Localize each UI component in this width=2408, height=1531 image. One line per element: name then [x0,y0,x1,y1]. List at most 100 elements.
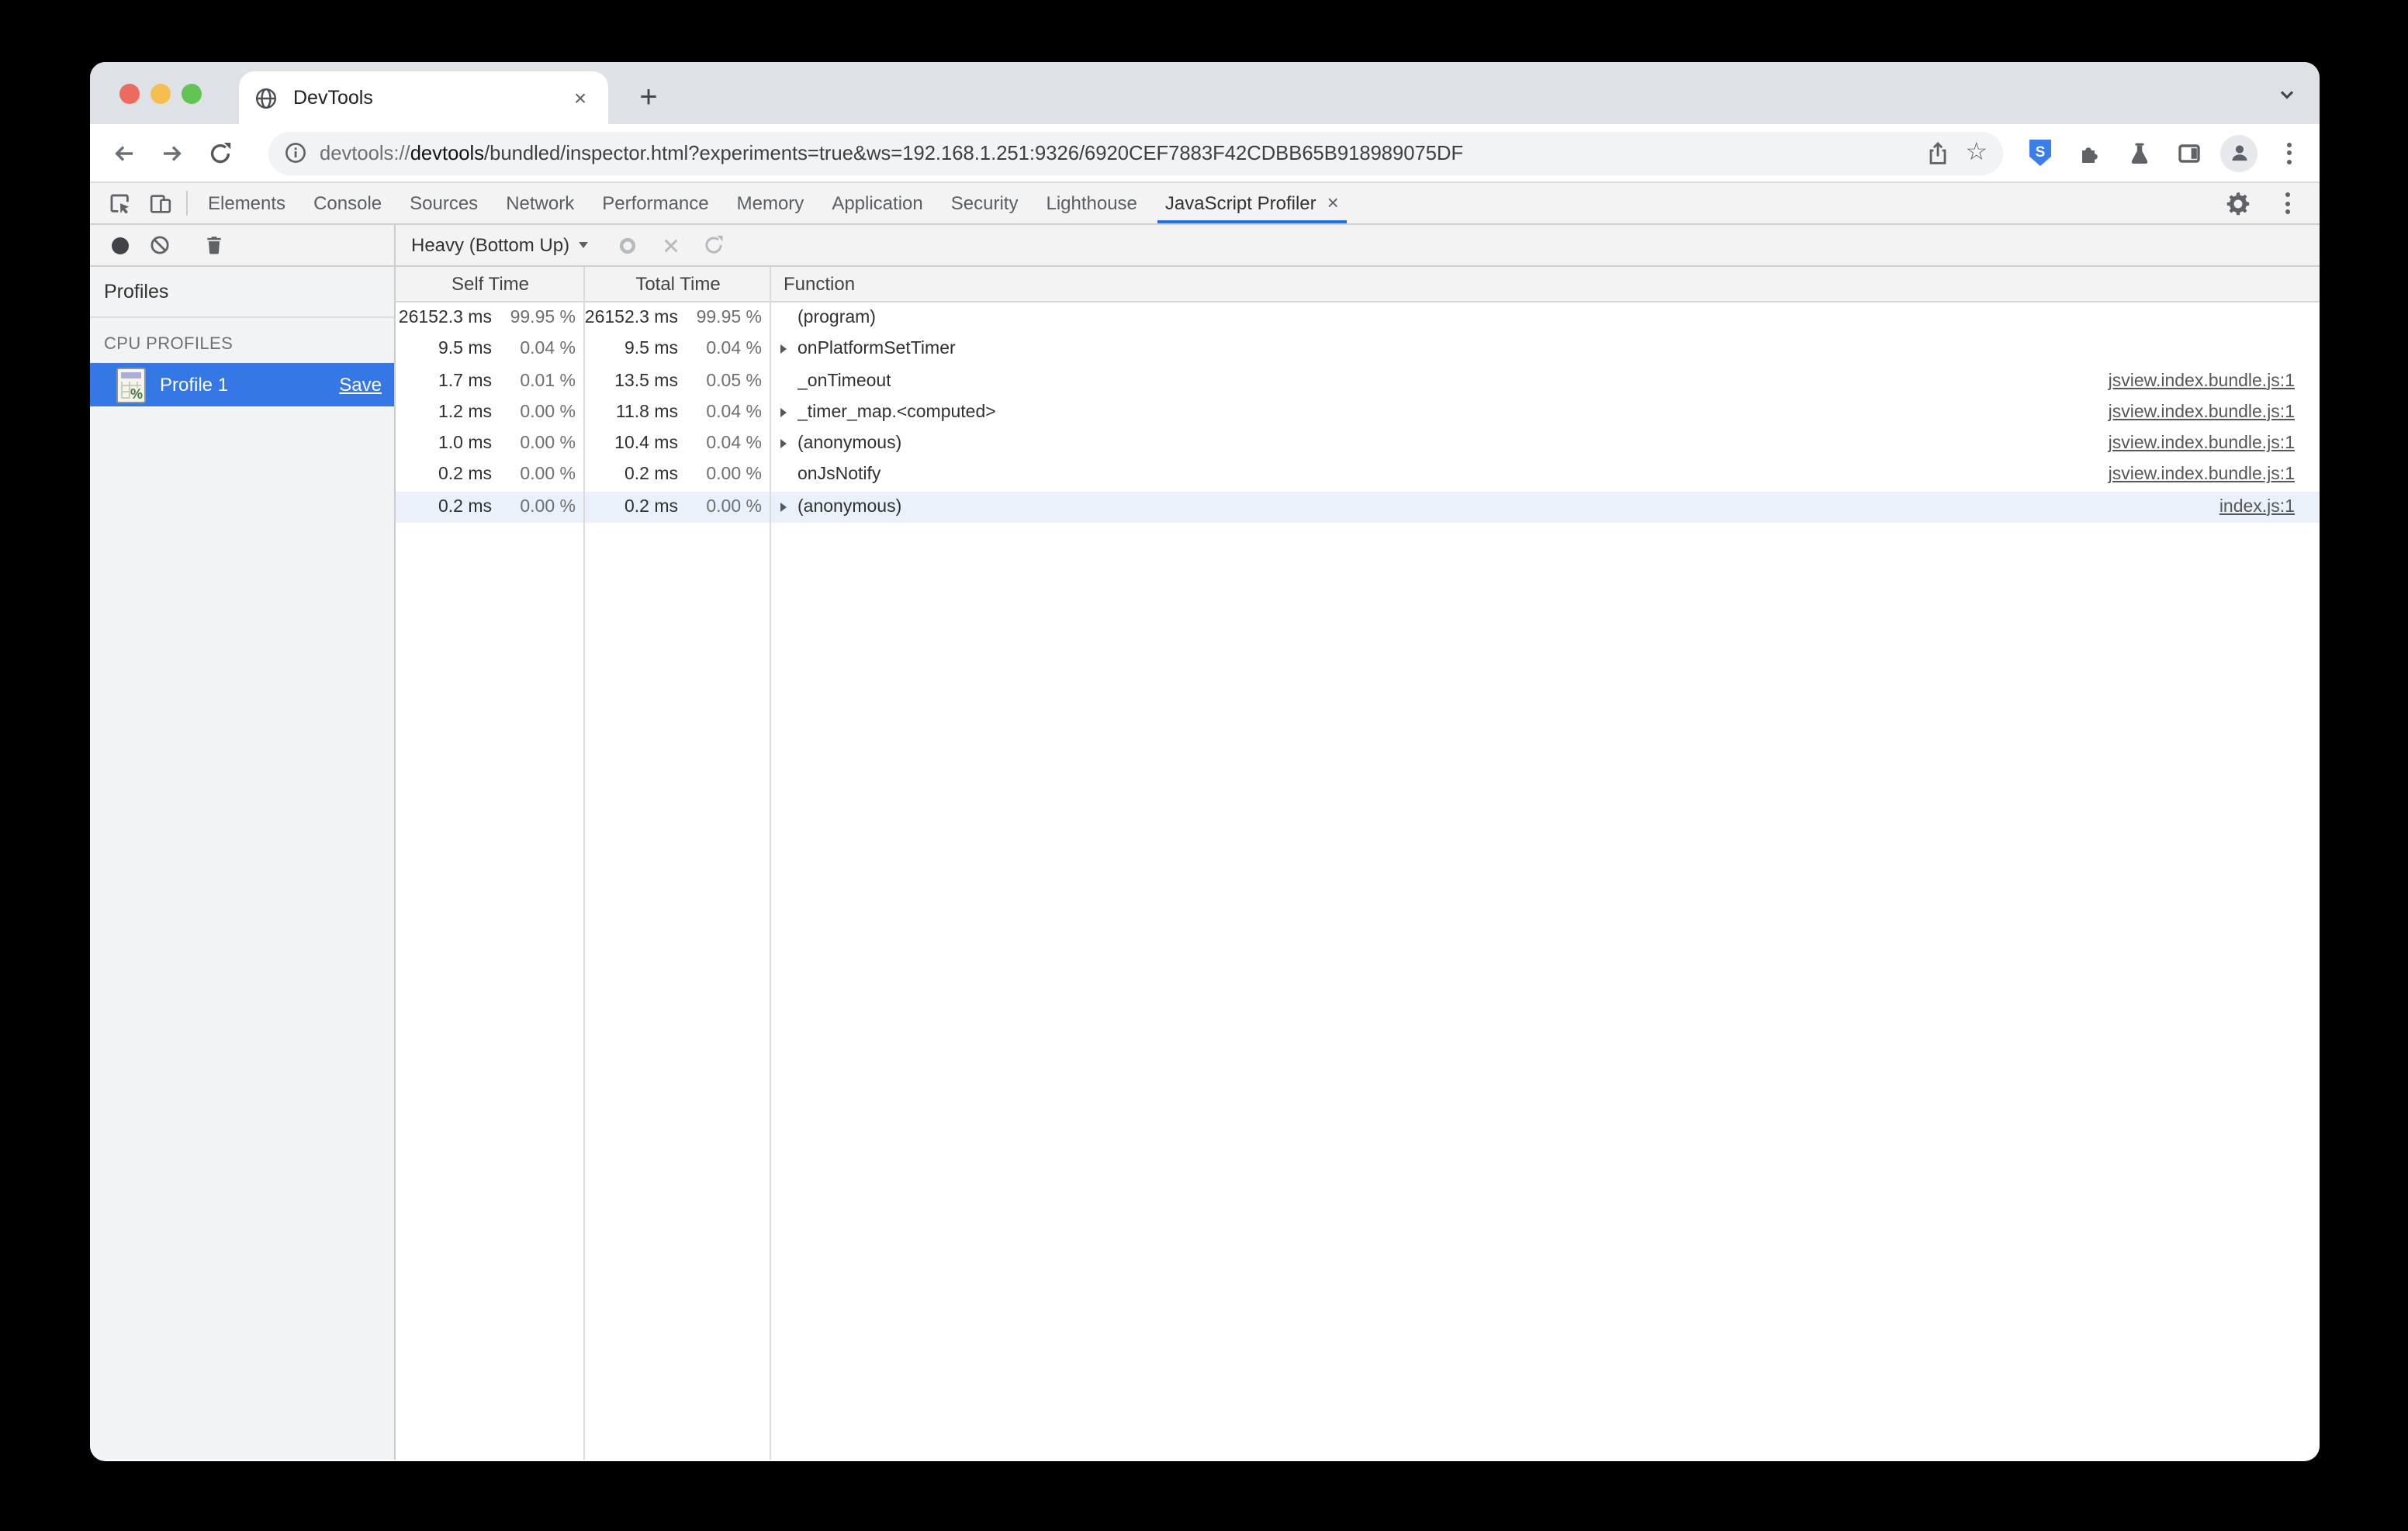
function-name: (program) [797,309,876,327]
source-link[interactable]: jsview.index.bundle.js:1 [2093,434,2320,453]
devtools-tabbar: Elements Console Sources Network Perform… [90,183,2320,225]
table-row-selected[interactable]: 0.2 ms0.00 % 0.2 ms0.00 % (anonymous)ind… [396,491,2320,523]
tab-performance[interactable]: Performance [588,183,722,223]
bookmark-star-icon[interactable]: ☆ [1965,140,1988,165]
clear-profiles-button[interactable] [140,225,180,265]
exclude-function-button[interactable] [650,225,690,265]
self-time-value: 1.7 ms [396,372,492,390]
record-profile-button[interactable] [99,225,140,265]
tab-sources[interactable]: Sources [396,183,492,223]
self-time-value: 9.5 ms [396,340,492,359]
side-panel-icon[interactable] [2171,134,2208,171]
save-profile-link[interactable]: Save [339,374,382,396]
extension-badge-icon[interactable]: S [2022,134,2059,171]
share-icon[interactable] [1925,140,1950,165]
extension-badge-letter: S [2036,144,2046,161]
table-row[interactable]: 9.5 ms0.04 % 9.5 ms0.04 % onPlatformSetT… [396,334,2320,366]
reload-button[interactable] [199,131,242,175]
function-name: onJsNotify [797,466,881,485]
table-row[interactable]: 1.2 ms0.00 % 11.8 ms0.04 % _timer_map.<c… [396,397,2320,429]
browser-toolbar: devtools://devtools/bundled/inspector.ht… [90,124,2320,183]
tab-title: DevTools [293,87,568,109]
tab-close-icon[interactable]: × [568,87,593,109]
browser-window: DevTools × + dev [90,62,2320,1461]
site-info-icon[interactable] [284,141,307,164]
total-time-value: 0.2 ms [585,497,678,516]
tab-javascript-profiler[interactable]: JavaScript Profiler × [1151,183,1353,223]
source-link[interactable]: jsview.index.bundle.js:1 [2093,466,2320,485]
window-close-button[interactable] [119,84,140,104]
profiles-sidebar: Profiles CPU PROFILES % Profile 1 Save [90,267,396,1460]
function-name: (anonymous) [797,434,901,453]
tab-search-chevron-icon[interactable] [2267,74,2307,115]
profiler-content: Profiles CPU PROFILES % Profile 1 Save S… [90,267,2320,1460]
browser-tab[interactable]: DevTools × [239,71,608,124]
view-mode-label: Heavy (Bottom Up) [411,234,569,256]
profile-view-mode-select[interactable]: Heavy (Bottom Up) [411,234,588,256]
new-tab-button[interactable]: + [627,76,670,119]
table-row[interactable]: 0.2 ms0.00 % 0.2 ms0.00 % onJsNotifyjsvi… [396,460,2320,492]
tab-close-icon[interactable]: × [1327,194,1339,213]
source-link[interactable]: jsview.index.bundle.js:1 [2093,403,2320,422]
devtools-menu-icon[interactable] [2267,192,2307,214]
inspect-element-icon[interactable] [99,183,140,223]
url-path: /bundled/inspector.html?experiments=true… [484,141,1463,164]
self-time-percent: 0.04 % [492,340,585,359]
tab-security[interactable]: Security [937,183,1033,223]
self-time-value: 0.2 ms [396,497,492,516]
column-header-function[interactable]: Function [771,267,2320,301]
total-time-percent: 0.00 % [678,466,771,485]
extensions-puzzle-icon[interactable] [2071,134,2109,171]
profile-document-percent: % [130,387,143,401]
disclosure-triangle-icon[interactable] [780,408,787,417]
function-name: onPlatformSetTimer [797,340,956,359]
tab-elements[interactable]: Elements [194,183,299,223]
flask-icon[interactable] [2121,134,2158,171]
focus-function-button[interactable] [607,225,647,265]
self-time-value: 0.2 ms [396,466,492,485]
function-name: _onTimeout [797,372,891,390]
sidebar-item-profile-1[interactable]: % Profile 1 Save [90,363,394,406]
total-time-percent: 0.04 % [678,403,771,422]
table-row[interactable]: 1.7 ms0.01 % 13.5 ms0.05 % _onTimeoutjsv… [396,365,2320,397]
tab-console[interactable]: Console [299,183,396,223]
url-host: devtools [410,141,484,164]
address-bar[interactable]: devtools://devtools/bundled/inspector.ht… [268,131,2003,175]
device-toolbar-icon[interactable] [140,183,180,223]
self-time-percent: 0.00 % [492,434,585,453]
back-button[interactable] [102,131,146,175]
browser-menu-icon[interactable] [2270,134,2307,171]
grid-header: Self Time Total Time Function [396,267,2320,302]
total-time-percent: 0.04 % [678,340,771,359]
total-time-value: 0.2 ms [585,466,678,485]
devtools-settings-gear-icon[interactable] [2217,192,2258,215]
profile-avatar[interactable] [2220,134,2258,171]
column-header-self-time[interactable]: Self Time [396,267,585,301]
forward-button[interactable] [150,131,194,175]
column-header-total-time[interactable]: Total Time [585,267,771,301]
disclosure-triangle-icon[interactable] [780,439,787,448]
source-link[interactable]: index.js:1 [2204,497,2320,516]
total-time-percent: 0.04 % [678,434,771,453]
browser-tab-strip: DevTools × + [90,62,2320,124]
source-link[interactable]: jsview.index.bundle.js:1 [2093,372,2320,390]
restore-functions-button[interactable] [694,225,734,265]
self-time-percent: 0.00 % [492,403,585,422]
delete-profile-button[interactable] [194,225,234,265]
tab-network[interactable]: Network [492,183,588,223]
cpu-profiles-section-label: CPU PROFILES [90,318,394,363]
profile-data-grid: Self Time Total Time Function 26152.3 ms… [396,267,2320,1460]
disclosure-triangle-icon[interactable] [780,502,787,511]
screen: DevTools × + dev [0,0,2408,1531]
table-row[interactable]: 1.0 ms0.00 % 10.4 ms0.04 % (anonymous)js… [396,428,2320,460]
tab-memory[interactable]: Memory [723,183,818,223]
table-row[interactable]: 26152.3 ms99.95 % 26152.3 ms99.95 % (pro… [396,302,2320,334]
tab-application[interactable]: Application [818,183,936,223]
tab-lighthouse[interactable]: Lighthouse [1032,183,1150,223]
disclosure-triangle-icon[interactable] [780,345,787,354]
total-time-percent: 99.95 % [678,309,771,327]
self-time-percent: 0.00 % [492,466,585,485]
window-minimize-button[interactable] [150,84,171,104]
self-time-value: 1.0 ms [396,434,492,453]
window-zoom-button[interactable] [182,84,202,104]
